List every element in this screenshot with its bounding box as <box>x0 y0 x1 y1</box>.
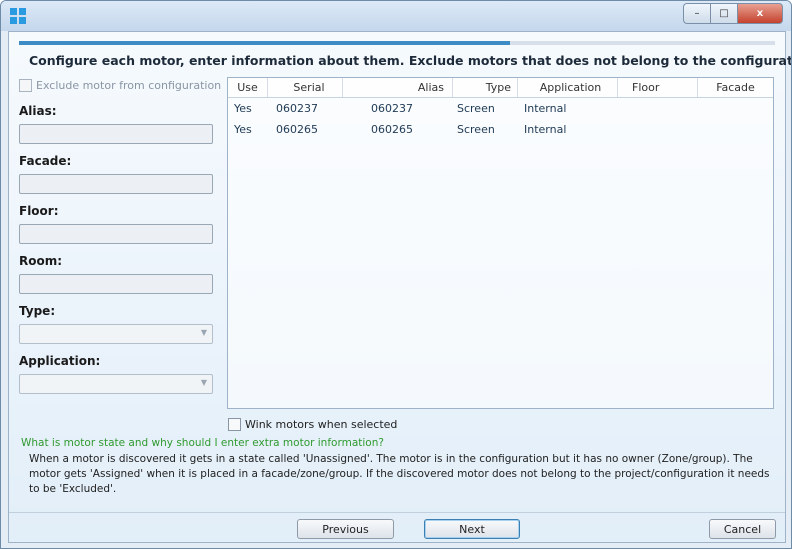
wink-motors-checkbox[interactable] <box>228 418 241 431</box>
wizard-content: Configure each motor, enter information … <box>8 31 791 543</box>
motor-table: Use Serial Alias Type Application Floor … <box>227 77 774 409</box>
type-dropdown[interactable]: ▼ <box>19 324 213 344</box>
table-row[interactable]: Yes 060237 060237 Screen Internal <box>228 98 773 119</box>
facade-label: Facade: <box>19 154 72 168</box>
help-section: What is motor state and why should I ent… <box>21 437 776 497</box>
window-controls: – □ x <box>683 3 783 24</box>
cell-type: Screen <box>457 123 495 136</box>
column-header-alias[interactable]: Alias <box>343 78 453 97</box>
room-field[interactable] <box>19 274 213 294</box>
application-dropdown[interactable]: ▼ <box>19 374 213 394</box>
close-button[interactable]: x <box>737 3 783 24</box>
column-header-serial[interactable]: Serial <box>268 78 343 97</box>
column-header-floor[interactable]: Floor <box>618 78 698 97</box>
cell-floor <box>618 119 698 140</box>
title-bar: – □ x <box>1 1 791 31</box>
table-header: Use Serial Alias Type Application Floor … <box>228 78 773 98</box>
page-instruction: Configure each motor, enter information … <box>29 53 792 68</box>
app-window: – □ x Configure each motor, enter inform… <box>0 0 792 549</box>
column-header-type[interactable]: Type <box>453 78 518 97</box>
exclude-motor-checkbox-row[interactable]: Exclude motor from configuration <box>19 79 224 92</box>
app-logo-icon <box>10 8 26 24</box>
next-button[interactable]: Next <box>424 519 520 539</box>
alias-label: Alias: <box>19 104 57 118</box>
floor-label: Floor: <box>19 204 59 218</box>
minimize-button[interactable]: – <box>683 3 711 24</box>
wizard-progress-bar <box>19 41 775 45</box>
wizard-footer: Previous Next Cancel <box>9 512 785 543</box>
cell-use: Yes <box>234 123 252 136</box>
alias-field[interactable] <box>19 124 213 144</box>
floor-field[interactable] <box>19 224 213 244</box>
previous-button[interactable]: Previous <box>297 519 394 539</box>
room-label: Room: <box>19 254 63 268</box>
cell-serial: 060237 <box>276 102 318 115</box>
help-text: When a motor is discovered it gets in a … <box>29 453 770 495</box>
cell-alias: 060265 <box>371 123 413 136</box>
maximize-button[interactable]: □ <box>710 3 738 24</box>
chevron-down-icon: ▼ <box>200 378 207 387</box>
cell-application: Internal <box>524 123 567 136</box>
cell-alias: 060237 <box>371 102 413 115</box>
cell-type: Screen <box>457 102 495 115</box>
wizard-progress-fill <box>19 41 511 45</box>
wink-motors-checkbox-row[interactable]: Wink motors when selected <box>228 418 397 431</box>
motor-details-panel: Exclude motor from configuration Alias: … <box>19 79 224 394</box>
application-label: Application: <box>19 354 101 368</box>
cell-facade <box>698 119 773 140</box>
help-link[interactable]: What is motor state and why should I ent… <box>21 437 776 449</box>
exclude-motor-checkbox[interactable] <box>19 79 32 92</box>
column-header-application[interactable]: Application <box>518 78 618 97</box>
column-header-use[interactable]: Use <box>228 78 268 97</box>
exclude-motor-label: Exclude motor from configuration <box>36 79 222 92</box>
column-header-facade[interactable]: Facade <box>698 78 773 97</box>
facade-field[interactable] <box>19 174 213 194</box>
type-label: Type: <box>19 304 56 318</box>
cell-use: Yes <box>234 102 252 115</box>
cell-floor <box>618 98 698 119</box>
chevron-down-icon: ▼ <box>200 328 207 337</box>
cancel-button[interactable]: Cancel <box>709 519 776 539</box>
cell-serial: 060265 <box>276 123 318 136</box>
table-row[interactable]: Yes 060265 060265 Screen Internal <box>228 119 773 140</box>
wink-motors-label: Wink motors when selected <box>245 418 398 431</box>
cell-facade <box>698 98 773 119</box>
cell-application: Internal <box>524 102 567 115</box>
